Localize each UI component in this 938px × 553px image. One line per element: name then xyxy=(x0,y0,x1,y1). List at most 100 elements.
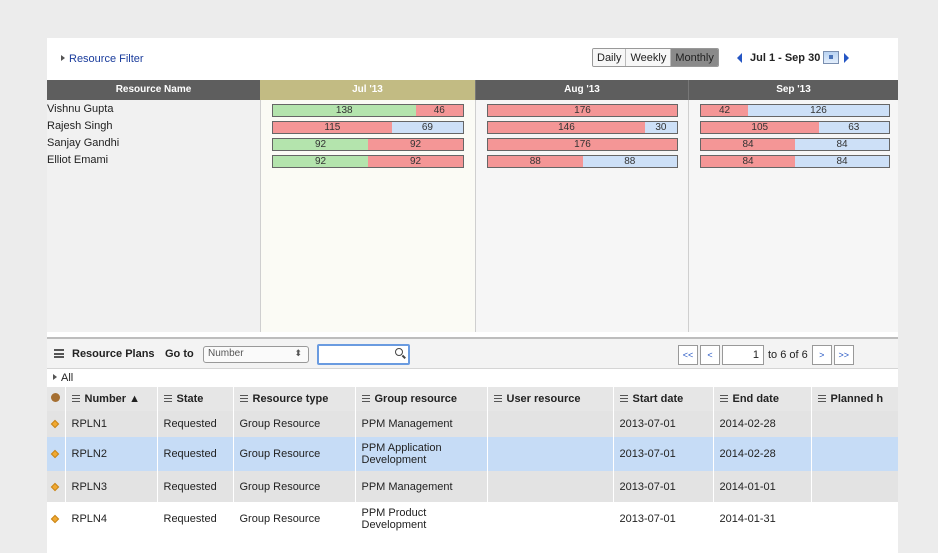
allocation-bar-jul[interactable]: 138 46 xyxy=(272,104,464,117)
calendar-icon[interactable] xyxy=(823,51,840,64)
column-menu-icon[interactable] xyxy=(239,395,248,402)
allocation-segment: 30 xyxy=(644,122,677,133)
end-date-cell: 2014-02-28 xyxy=(713,437,812,471)
column-menu-icon[interactable] xyxy=(361,395,370,402)
start-date-cell: 2013-07-01 xyxy=(613,437,714,471)
menu-icon[interactable] xyxy=(54,349,64,358)
resource-filter-toggle[interactable]: Resource Filter xyxy=(61,53,144,65)
allocation-bar-sep[interactable]: 42 126 xyxy=(700,104,890,117)
last-page-button[interactable]: >> xyxy=(833,345,854,365)
allocation-segment: 46 xyxy=(415,105,463,116)
next-page-button[interactable]: > xyxy=(811,345,832,365)
user-resource-cell xyxy=(487,471,614,502)
column-menu-icon[interactable] xyxy=(163,395,172,402)
end-date-cell: 2014-01-01 xyxy=(713,471,812,502)
goto-field-select[interactable]: Number ⬍ xyxy=(203,346,309,363)
resource-plans-toolbar: Resource Plans Go to Number ⬍ << < 1 to … xyxy=(47,337,898,369)
table-row[interactable]: RPLN3 Requested Group Resource PPM Manageme… xyxy=(47,471,898,502)
column-header-resource-type[interactable]: Resource type xyxy=(233,387,356,411)
date-range-nav: Jul 1 - Sep 30 xyxy=(737,51,850,64)
search-input[interactable] xyxy=(317,344,410,365)
column-menu-icon[interactable] xyxy=(493,395,502,402)
column-header-user-resource[interactable]: User resource xyxy=(487,387,614,411)
allocation-bar-jul[interactable]: 115 69 xyxy=(272,121,464,134)
filter-bar: Resource Filter Daily Weekly Monthly Jul… xyxy=(47,38,898,75)
state-cell: Requested xyxy=(157,502,234,536)
settings-column-header[interactable] xyxy=(47,387,66,411)
column-menu-icon[interactable] xyxy=(71,395,80,402)
resource-name[interactable]: Vishnu Gupta xyxy=(47,103,113,115)
column-header-start-date[interactable]: Start date xyxy=(613,387,714,411)
allocation-bar-aug[interactable]: 88 88 xyxy=(487,155,678,168)
number-cell: RPLN2 xyxy=(65,437,158,471)
column-menu-icon[interactable] xyxy=(619,395,628,402)
table-row[interactable]: RPLN1 Requested Group Resource PPM Manageme… xyxy=(47,411,898,437)
gear-icon[interactable] xyxy=(51,393,60,402)
column-header-state[interactable]: State xyxy=(157,387,234,411)
table-row[interactable]: RPLN4 Requested Group Resource PPM Product … xyxy=(47,502,898,536)
prev-page-button[interactable]: < xyxy=(700,345,720,365)
table-row[interactable]: RPLN2 Requested Group Resource PPM Applicat… xyxy=(47,437,898,471)
allocation-segment: 84 xyxy=(795,156,889,167)
search-icon[interactable] xyxy=(395,348,403,356)
number-cell: RPLN4 xyxy=(65,502,158,536)
previous-range-icon[interactable] xyxy=(737,52,742,63)
column-header-group-resource[interactable]: Group resource xyxy=(355,387,488,411)
diamond-icon xyxy=(50,514,60,524)
view-monthly-button[interactable]: Monthly xyxy=(671,49,718,66)
allocation-segment: 146 xyxy=(488,122,645,133)
user-resource-cell xyxy=(487,411,614,437)
user-resource-cell xyxy=(487,502,614,536)
group-resource-cell: PPM Application Development xyxy=(355,437,488,471)
view-mode-switch: Daily Weekly Monthly xyxy=(592,48,719,67)
allocation-bar-jul[interactable]: 92 92 xyxy=(272,138,464,151)
resource-name[interactable]: Rajesh Singh xyxy=(47,120,112,132)
resource-name[interactable]: Elliot Emami xyxy=(47,154,108,166)
allocation-segment: 42 xyxy=(701,105,748,116)
state-cell: Requested xyxy=(157,437,234,471)
next-range-icon[interactable] xyxy=(844,52,850,63)
allocation-segment: 176 xyxy=(488,139,677,150)
allocation-segment: 92 xyxy=(273,156,368,167)
select-caret-icon: ⬍ xyxy=(294,348,302,358)
resource-name[interactable]: Sanjay Gandhi xyxy=(47,137,119,149)
month-column-sep xyxy=(688,100,898,332)
goto-label: Go to xyxy=(165,348,194,360)
all-group-toggle[interactable]: All xyxy=(47,369,898,387)
row-marker-cell xyxy=(47,437,66,471)
allocation-segment: 115 xyxy=(273,122,392,133)
allocation-bar-sep[interactable]: 84 84 xyxy=(700,155,890,168)
number-cell: RPLN1 xyxy=(65,411,158,437)
month-header-aug: Aug '13 xyxy=(475,80,688,100)
view-daily-button[interactable]: Daily xyxy=(593,49,627,66)
state-cell: Requested xyxy=(157,471,234,502)
allocation-segment: 92 xyxy=(368,139,463,150)
allocation-bar-sep[interactable]: 105 63 xyxy=(700,121,890,134)
column-header-number[interactable]: Number ▲ xyxy=(65,387,158,411)
allocation-bar-aug[interactable]: 176 xyxy=(487,104,678,117)
column-header-end-date[interactable]: End date xyxy=(713,387,812,411)
column-menu-icon[interactable] xyxy=(817,395,826,402)
allocation-segment: 88 xyxy=(582,156,677,167)
diamond-icon xyxy=(50,419,60,429)
allocation-bar-jul[interactable]: 92 92 xyxy=(272,155,464,168)
page-number-input[interactable]: 1 xyxy=(722,345,764,365)
allocation-segment: 176 xyxy=(488,105,677,116)
table-header-row: Number ▲ State Resource type Group resou… xyxy=(47,387,898,411)
first-page-button[interactable]: << xyxy=(678,345,698,365)
view-weekly-button[interactable]: Weekly xyxy=(626,49,672,66)
column-header-planned-hours[interactable]: Planned h xyxy=(811,387,898,411)
resource-type-cell: Group Resource xyxy=(233,502,356,536)
diamond-icon xyxy=(50,449,60,459)
pagination: << < 1 to 6 of 6 > >> xyxy=(678,345,856,365)
allocation-bar-aug[interactable]: 176 xyxy=(487,138,678,151)
allocation-segment: 138 xyxy=(273,105,416,116)
allocation-bar-sep[interactable]: 84 84 xyxy=(700,138,890,151)
planned-hours-cell xyxy=(811,471,898,502)
allocation-segment: 126 xyxy=(748,105,889,116)
allocation-segment: 92 xyxy=(368,156,463,167)
allocation-bar-aug[interactable]: 146 30 xyxy=(487,121,678,134)
month-header-sep: Sep '13 xyxy=(688,80,898,100)
column-menu-icon[interactable] xyxy=(719,395,728,402)
start-date-cell: 2013-07-01 xyxy=(613,471,714,502)
